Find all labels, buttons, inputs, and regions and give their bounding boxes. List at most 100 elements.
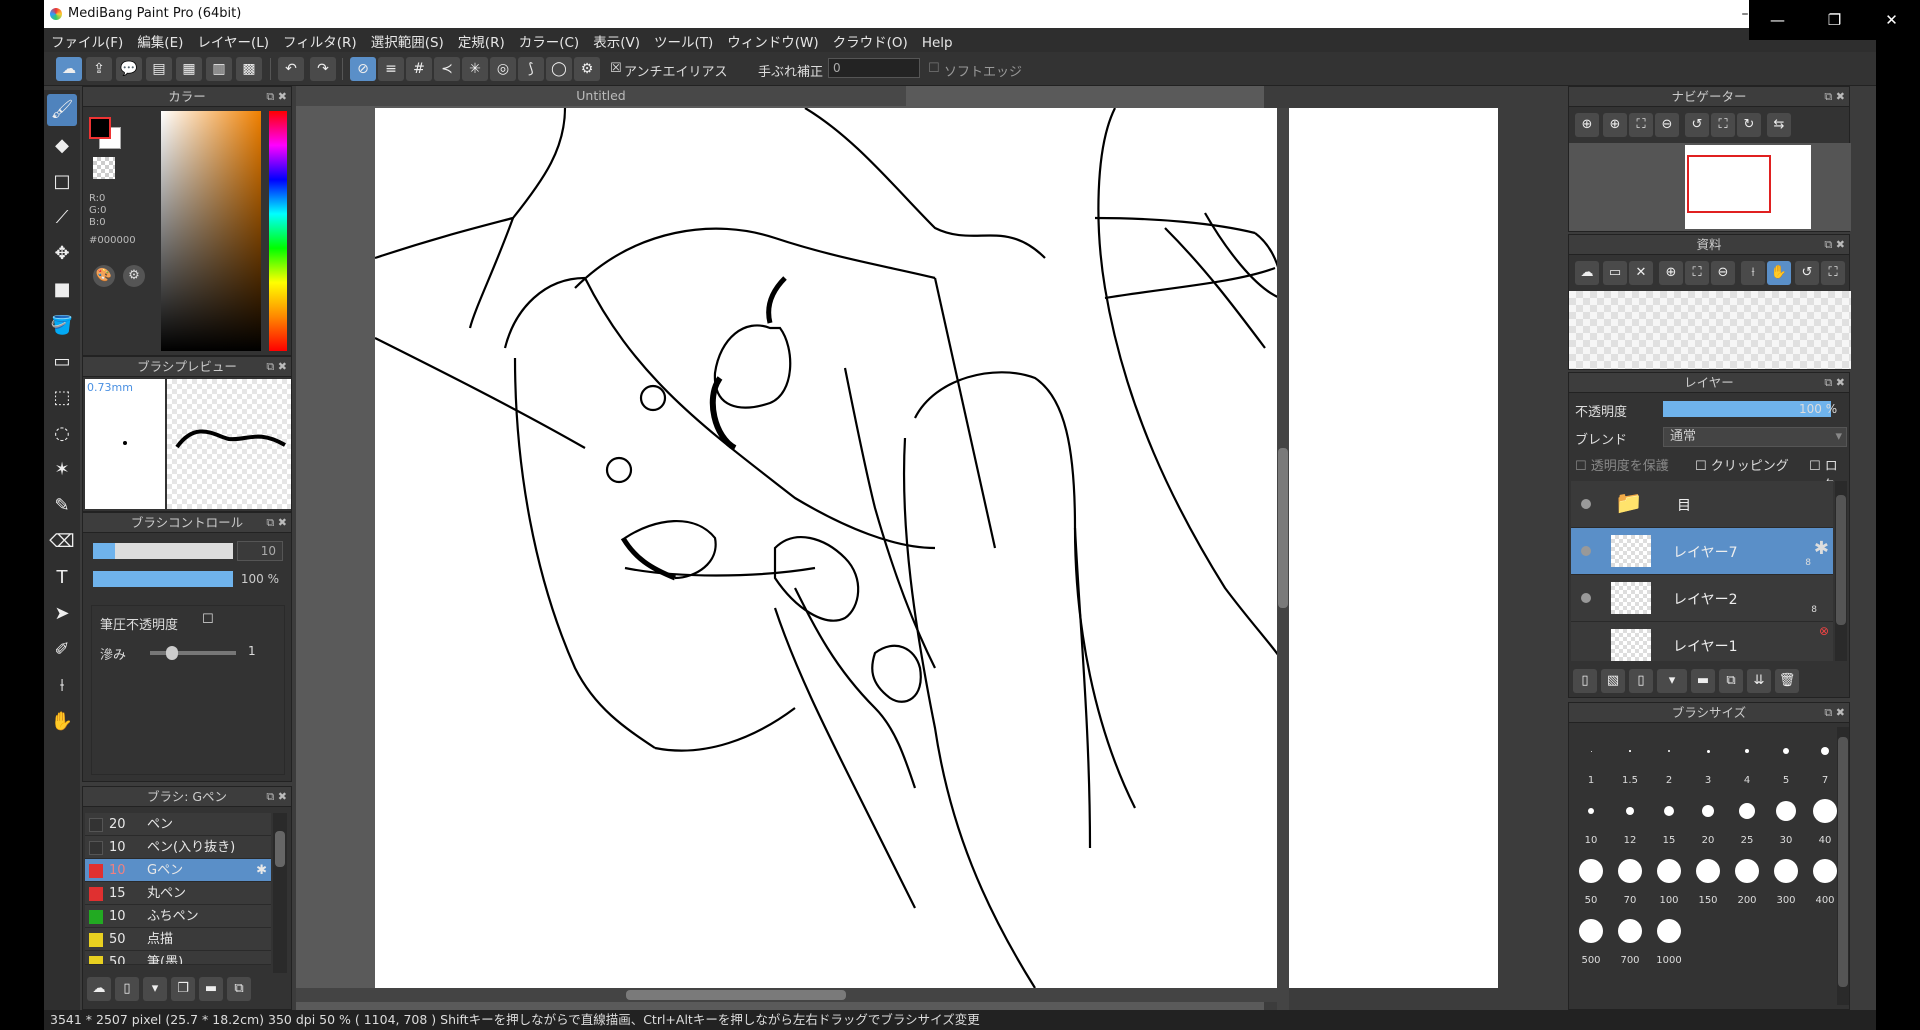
page-icon[interactable]: ▦: [176, 57, 202, 81]
merge-down-icon[interactable]: ⇊: [1747, 669, 1771, 693]
canvas-horizontal-scrollbar[interactable]: [296, 988, 1281, 1002]
menu-window[interactable]: ウィンドウ(W): [720, 28, 825, 51]
material-rotate-left-icon[interactable]: ↺: [1795, 261, 1819, 285]
menu-selection[interactable]: 選択範囲(S): [364, 28, 451, 51]
add-brush-icon[interactable]: ▾: [143, 977, 167, 1001]
cloud-icon[interactable]: ☁: [56, 57, 82, 81]
dot-tool-icon[interactable]: □: [47, 166, 77, 198]
brush-item[interactable]: 10 ペン(入り抜き): [85, 836, 271, 859]
layer-row[interactable]: レイヤー2 8: [1571, 575, 1833, 622]
undo-icon[interactable]: ↶: [278, 57, 304, 81]
brush-size-option[interactable]: 20: [1690, 787, 1726, 846]
menu-ruler[interactable]: 定規(R): [451, 28, 512, 51]
visibility-icon[interactable]: [1581, 499, 1591, 509]
layer-hidden-icon[interactable]: ⊗: [1819, 624, 1829, 638]
brush-item[interactable]: 20 ペン: [85, 813, 271, 836]
material-cloud-icon[interactable]: ☁: [1575, 261, 1599, 285]
brush-folder-icon[interactable]: ▬: [199, 977, 223, 1001]
brush-list-scrollbar[interactable]: [273, 813, 287, 973]
gradient-tool-icon[interactable]: ▭: [47, 346, 77, 378]
brush-size-value[interactable]: 10: [237, 541, 283, 561]
brush-size-option[interactable]: 10: [1573, 787, 1609, 846]
brush-item[interactable]: 50 点描: [85, 928, 271, 951]
color-settings-icon[interactable]: ⚙: [123, 265, 145, 287]
copy-brush-icon[interactable]: ❐: [171, 977, 195, 1001]
new-brush-icon[interactable]: ▯: [115, 977, 139, 1001]
fill-rect-tool-icon[interactable]: ■: [47, 274, 77, 306]
new-1bit-layer-icon[interactable]: ▯: [1629, 669, 1653, 693]
material-eyedropper-icon[interactable]: ⟊: [1741, 261, 1765, 285]
layer-row-folder[interactable]: 📁 目: [1571, 481, 1833, 528]
bucket-tool-icon[interactable]: 🪣: [47, 310, 77, 342]
select-tool-icon[interactable]: ⬚: [47, 382, 77, 414]
radial-snap-icon[interactable]: ✳: [462, 57, 488, 81]
delete-layer-icon[interactable]: 🗑: [1775, 669, 1799, 693]
brush-size-option[interactable]: 700: [1612, 907, 1648, 966]
rotate-left-icon[interactable]: ↺: [1685, 113, 1709, 137]
brush-item[interactable]: 15 丸ペン: [85, 882, 271, 905]
brush-settings-icon[interactable]: ✱: [256, 859, 267, 882]
visibility-icon[interactable]: [1581, 546, 1591, 556]
correction-input[interactable]: 0: [828, 58, 920, 78]
transparent-swatch[interactable]: [93, 157, 115, 179]
duplicate-brush-icon[interactable]: ⧉: [227, 977, 251, 1001]
select-eraser-tool-icon[interactable]: ⌫: [47, 526, 77, 558]
brush-size-option[interactable]: 70: [1612, 847, 1648, 906]
brush-size-option[interactable]: 30: [1768, 787, 1804, 846]
saturation-value-picker[interactable]: [161, 111, 261, 351]
brush-opacity-slider[interactable]: [93, 571, 233, 587]
brush-size-option[interactable]: 1.5: [1612, 727, 1648, 786]
zoom-in-icon[interactable]: ⊕: [1575, 113, 1599, 137]
menu-edit[interactable]: 編集(E): [130, 28, 190, 51]
brush-size-option[interactable]: 3: [1690, 727, 1726, 786]
fit-screen-icon[interactable]: ⛶: [1711, 113, 1735, 137]
cloud-brush-icon[interactable]: ☁: [87, 977, 111, 1001]
visibility-icon[interactable]: [1581, 593, 1591, 603]
menu-filter[interactable]: フィルタ(R): [276, 28, 364, 51]
brush-tool-icon[interactable]: 🖌: [47, 94, 77, 126]
brush-size-option[interactable]: 1: [1573, 727, 1609, 786]
menu-color[interactable]: カラー(C): [512, 28, 586, 51]
brush-size-option[interactable]: 25: [1729, 787, 1765, 846]
layer-row-selected[interactable]: レイヤー7 8 ✱: [1571, 528, 1833, 575]
material-hand-icon[interactable]: ✋: [1767, 261, 1791, 285]
comment-icon[interactable]: ▤: [146, 57, 172, 81]
grid-snap-icon[interactable]: #: [406, 57, 432, 81]
brush-size-option[interactable]: 12: [1612, 787, 1648, 846]
blend-select[interactable]: 通常 ▾: [1663, 427, 1847, 447]
navigator-viewport[interactable]: [1687, 155, 1771, 213]
antialias-checkbox-icon[interactable]: ☒: [610, 61, 622, 76]
duplicate-layer-icon[interactable]: ⧉: [1719, 669, 1743, 693]
select-pen-tool-icon[interactable]: ✎: [47, 490, 77, 522]
speech-bubble-icon[interactable]: 💬: [116, 57, 142, 81]
perspective-snap-icon[interactable]: ≺: [434, 57, 460, 81]
material-fit-screen-icon[interactable]: ⛶: [1821, 261, 1845, 285]
brush-item-selected[interactable]: 10 Gペン ✱: [85, 859, 271, 882]
brush-size-option[interactable]: 1000: [1651, 907, 1687, 966]
eyedropper-tool-icon[interactable]: ⟊: [47, 670, 77, 702]
operation-tool-icon[interactable]: ➤: [47, 598, 77, 630]
brush-size-option[interactable]: 150: [1690, 847, 1726, 906]
brush-size-option[interactable]: 5: [1768, 727, 1804, 786]
concentric-snap-icon[interactable]: ◎: [490, 57, 516, 81]
menu-view[interactable]: 表示(V): [586, 28, 647, 51]
eraser-tool-icon[interactable]: ◆: [47, 130, 77, 162]
brush-size-slider[interactable]: [93, 543, 233, 559]
maximize-button[interactable]: ❐: [1806, 0, 1863, 40]
redo-icon[interactable]: ↷: [310, 57, 336, 81]
palette-icon[interactable]: 🎨: [93, 265, 115, 287]
export-icon[interactable]: ⇪: [86, 57, 112, 81]
new-layer-icon[interactable]: ▯: [1573, 669, 1597, 693]
divide-tool-icon[interactable]: ✐: [47, 634, 77, 666]
hue-slider[interactable]: [269, 111, 287, 351]
new-folder-icon[interactable]: ▬: [1691, 669, 1715, 693]
zoom-out-icon[interactable]: ⊖: [1655, 113, 1679, 137]
curve-snap-icon[interactable]: ⟆: [518, 57, 544, 81]
brush-size-option[interactable]: 100: [1651, 847, 1687, 906]
brush-size-option[interactable]: 4: [1729, 727, 1765, 786]
snap-off-icon[interactable]: ⊘: [350, 57, 376, 81]
material-zoom-in-icon[interactable]: ⊕: [1659, 261, 1683, 285]
layer-scrollbar[interactable]: [1835, 481, 1847, 661]
brush-size-scrollbar[interactable]: [1837, 727, 1849, 1005]
parallel-snap-icon[interactable]: ≡: [378, 57, 404, 81]
